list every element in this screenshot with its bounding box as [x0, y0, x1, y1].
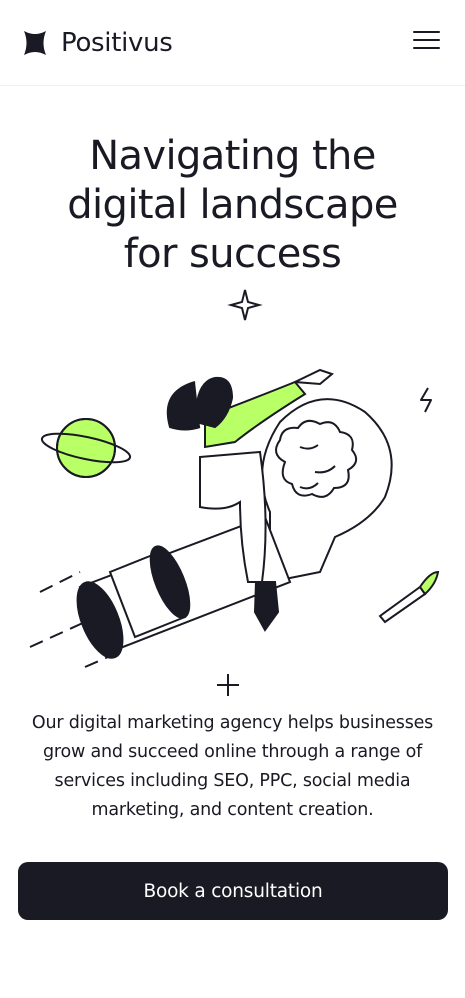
headline-line-1: Navigating the — [89, 133, 376, 179]
hero-description: Our digital marketing agency helps busin… — [31, 713, 434, 820]
lightning-icon — [420, 387, 432, 413]
paintbrush-icon — [378, 570, 440, 624]
site-header: Positivus — [0, 0, 465, 86]
sparkle-bottom-icon — [217, 674, 239, 696]
planet-icon — [40, 418, 132, 478]
sparkle-top-icon — [227, 289, 263, 321]
headline-line-3: for success — [123, 231, 342, 277]
logo-star-icon — [24, 31, 46, 55]
brand-name: Positivus — [61, 28, 173, 58]
headline-line-2: digital landscape — [67, 182, 398, 228]
hamburger-menu-icon[interactable] — [413, 31, 440, 51]
logo[interactable]: Positivus — [22, 28, 173, 58]
hero-illustration — [29, 289, 440, 696]
lightbulb-icon — [261, 398, 393, 584]
hero-headline: Navigating the digital landscape for suc… — [0, 132, 465, 279]
book-consultation-button[interactable]: Book a consultation — [18, 862, 448, 920]
